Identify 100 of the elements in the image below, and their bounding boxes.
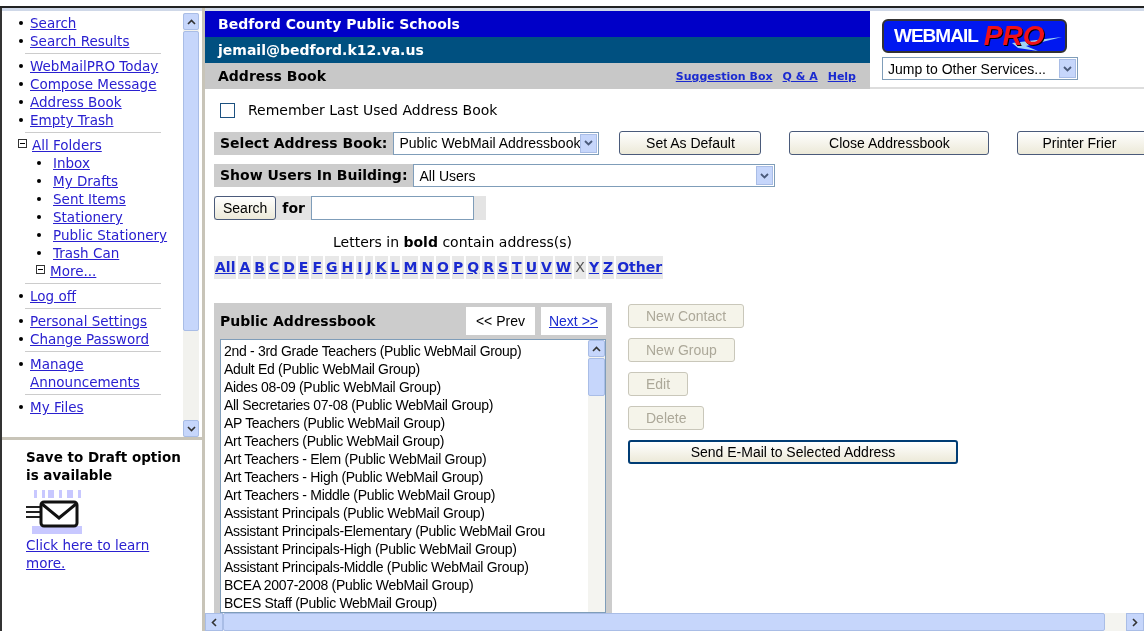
sidebar-link[interactable]: Inbox [53, 154, 90, 172]
bullet-icon [37, 233, 41, 237]
letter-link[interactable]: E [297, 256, 310, 279]
letter-link[interactable]: B [253, 256, 266, 279]
letter-link[interactable]: V [540, 256, 553, 279]
scrollbar[interactable] [588, 340, 605, 612]
bullet-icon [19, 82, 23, 86]
letter-link[interactable]: O [436, 256, 450, 279]
letter-link[interactable]: S [496, 256, 510, 279]
list-item[interactable]: AP Teachers (Public WebMail Group) [224, 414, 588, 432]
letter-link[interactable]: A [238, 256, 252, 279]
checkbox[interactable] [220, 102, 235, 118]
sidebar-link[interactable]: Address Book [30, 93, 122, 111]
letter-link[interactable]: U [524, 256, 538, 279]
letter-link[interactable]: Q [466, 256, 481, 279]
list-item[interactable]: Art Teachers - Elem (Public WebMail Group) [224, 450, 588, 468]
learn-more-link[interactable]: Click here to learn more. [26, 536, 192, 572]
bullet-icon [19, 100, 23, 104]
field-label: Show Users In Building: [214, 164, 414, 187]
sidebar-link[interactable]: Stationery [53, 208, 123, 226]
list-item[interactable]: Adult Ed (Public WebMail Group) [224, 360, 588, 378]
letter-link[interactable]: M [402, 256, 419, 279]
list-item[interactable]: Assistant Principals (Public WebMail Group) [224, 504, 588, 522]
sidebar-link[interactable]: My Drafts [53, 172, 118, 190]
letter-link[interactable]: C [267, 256, 281, 279]
sidebar-link[interactable]: My Files [30, 398, 84, 416]
letter-link[interactable]: Other [616, 256, 664, 279]
sidebar-link[interactable]: Log off [30, 287, 76, 305]
bullet-icon [19, 64, 23, 68]
bullet-icon [37, 215, 41, 219]
sidebar-link[interactable]: More... [50, 262, 97, 280]
collapse-icon[interactable] [36, 265, 45, 274]
letter-link[interactable]: Y [587, 256, 601, 279]
panel-title: Public Addressbook [220, 313, 377, 329]
list-item[interactable]: BCEA 2007-2008 (Public WebMail Group) [224, 576, 588, 594]
sidebar-link[interactable]: All Folders [32, 136, 102, 154]
letter-link[interactable]: J [365, 256, 373, 279]
letter-link[interactable]: F [311, 256, 323, 279]
list-item[interactable]: Assistant Principals-High (Public WebMail Group) [224, 540, 588, 558]
letter-link[interactable]: All [214, 256, 237, 279]
list-item[interactable]: BCES Staff (Public WebMail Group) [224, 594, 588, 612]
letter-link[interactable]: D [282, 256, 296, 279]
letter-link[interactable]: G [325, 256, 339, 279]
list-item[interactable]: All Secretaries 07-08 (Public WebMail Group) [224, 396, 588, 414]
letter-link[interactable]: K [374, 256, 388, 279]
header-link[interactable]: Suggestion Box [675, 69, 773, 83]
sidebar-link[interactable]: Empty Trash [30, 111, 114, 129]
scroll-thumb[interactable] [183, 31, 199, 331]
action-button[interactable]: Send E-Mail to Selected Address [628, 440, 958, 464]
bullet-icon [37, 179, 41, 183]
bullet-icon [37, 161, 41, 165]
sidebar-link[interactable]: Search Results [30, 32, 130, 50]
field-label: for [281, 200, 306, 216]
sidebar-link[interactable]: Search [30, 14, 77, 32]
letter-link[interactable]: T [511, 256, 523, 279]
search-button[interactable]: Search [214, 196, 277, 220]
bullet-icon [19, 362, 23, 366]
list-item[interactable]: Aides 08-09 (Public WebMail Group) [224, 378, 588, 396]
sidebar-link[interactable]: Public Stationery [53, 226, 168, 244]
toolbar-button[interactable]: Set As Default [619, 131, 762, 155]
sidebar-link[interactable]: Sent Items [53, 190, 126, 208]
pager-link[interactable]: Next >> [540, 307, 606, 335]
sidebar-link[interactable]: Compose Message [30, 75, 157, 93]
collapse-icon[interactable] [18, 139, 27, 148]
address-book-dropdown[interactable]: Public WebMail Addressbook [393, 131, 600, 155]
letter-link[interactable]: P [452, 256, 465, 279]
sidebar-link[interactable]: Personal Settings [30, 312, 148, 330]
list-item[interactable]: Assistant Principals-Middle (Public WebMail Group) [224, 558, 588, 576]
checkbox-label: Remember Last Used Address Book [248, 102, 498, 118]
letter-link[interactable]: R [482, 256, 495, 279]
sidebar-link[interactable]: Change Password [30, 330, 150, 348]
header-link[interactable]: Help [827, 69, 856, 83]
list-item[interactable]: Assistant Principals-Elementary (Public WebMail Grou [224, 522, 588, 540]
letter-link[interactable]: Z [602, 256, 615, 279]
scroll-thumb[interactable] [588, 358, 605, 396]
header-link[interactable]: Q & A [782, 69, 818, 83]
bullet-icon [37, 251, 41, 255]
letter-link[interactable]: H [340, 256, 355, 279]
bullet-icon [19, 337, 23, 341]
letter-link[interactable]: L [389, 256, 401, 279]
building-dropdown[interactable]: All Users [413, 164, 776, 187]
search-field[interactable] [311, 196, 474, 220]
list-item[interactable]: 2nd - 3rd Grade Teachers (Public WebMail Group) [224, 342, 588, 360]
list-item[interactable]: Art Teachers - Middle (Public WebMail Group) [224, 486, 588, 504]
sidebar-link[interactable]: Trash Can [53, 244, 120, 262]
list-item[interactable]: Art Teachers - High (Public WebMail Group) [224, 468, 588, 486]
promo-heading: Save to Draft option is available [26, 448, 182, 484]
toolbar-button[interactable]: Printer Frier [1017, 131, 1144, 155]
scrollbar[interactable] [183, 13, 199, 437]
bullet-icon [19, 118, 23, 122]
toolbar-button[interactable]: Close Addressbook [789, 131, 990, 155]
school-title: Bedford County Public Schools [205, 11, 870, 37]
letter-link[interactable]: W [554, 256, 573, 279]
letter-link[interactable]: N [420, 256, 435, 279]
list-item[interactable]: Art Teachers (Public WebMail Group) [224, 432, 588, 450]
sidebar-link[interactable]: WebMailPRO Today [30, 57, 159, 75]
services-dropdown[interactable]: Jump to Other Services... [882, 57, 1078, 80]
sidebar-link[interactable]: Manage Announcements [30, 355, 175, 391]
field-label: Select Address Book: [214, 131, 394, 155]
letter-link[interactable]: I [356, 256, 364, 279]
